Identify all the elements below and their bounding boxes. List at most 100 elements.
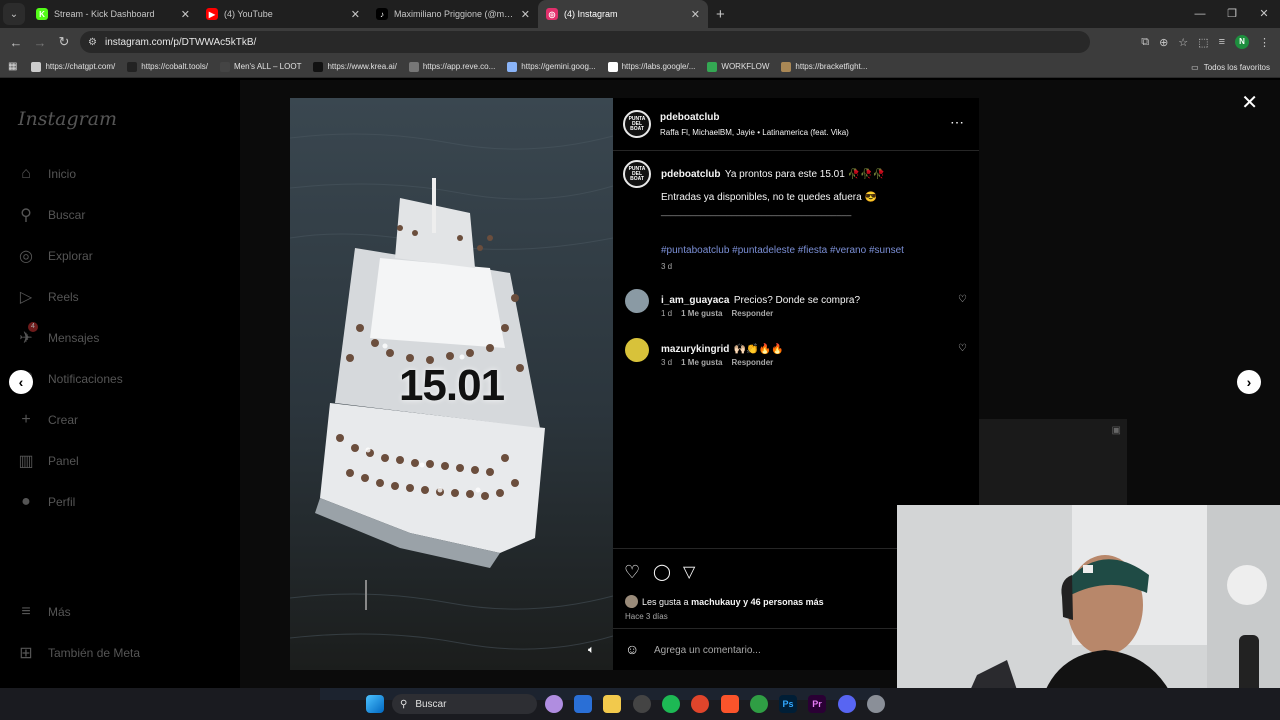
widgets-icon[interactable] (574, 695, 592, 713)
browser-menu-icon[interactable]: ⋮ (1259, 36, 1270, 49)
bookmark-item[interactable]: https://gemini.goog... (507, 61, 596, 72)
sidebar-item-panel[interactable]: ▥ Panel (16, 451, 78, 471)
tab-search-chevron-icon[interactable]: ⌄ (3, 3, 25, 25)
bookmark-item[interactable]: https://labs.google/... (607, 61, 695, 72)
browser-tab[interactable]: K Stream - Kick Dashboard ✕ (28, 0, 198, 28)
bookmark-item[interactable]: https://chatgpt.com/ (31, 61, 115, 72)
install-app-icon[interactable]: ⧉ (1141, 36, 1149, 49)
sidebar-item-buscar[interactable]: ⚲ Buscar (16, 205, 85, 225)
browser-tab[interactable]: ▶ (4) YouTube ✕ (198, 0, 368, 28)
browser-tab[interactable]: ♪ Maximiliano Priggione (@maxi ✕ (368, 0, 538, 28)
discord-icon[interactable] (838, 695, 856, 713)
commenter-avatar[interactable] (625, 338, 649, 362)
apps-grid-icon[interactable]: ▦ (8, 61, 17, 72)
all-bookmarks-label: Todos los favoritos (1203, 62, 1270, 72)
restore-icon[interactable]: ❐ (1216, 0, 1248, 28)
bookmark-item[interactable]: Men's ALL – LOOT (219, 61, 301, 72)
photoshop-icon[interactable]: Ps (779, 695, 797, 713)
chrome-icon[interactable] (750, 695, 768, 713)
post-audio-label[interactable]: Raffa Fl, MichaelBM, Jayie • Latinameric… (660, 128, 849, 137)
likes-summary[interactable]: Les gusta a machukauy y 46 personas más (625, 595, 824, 608)
back-arrow-icon[interactable]: ← (4, 35, 28, 50)
obs-icon[interactable] (633, 695, 651, 713)
browser-tab[interactable]: ◎ (4) Instagram ✕ (538, 0, 708, 28)
new-tab-plus-icon[interactable]: + (716, 6, 725, 23)
copilot-icon[interactable] (545, 695, 563, 713)
meta-grid-icon: ⊞ (19, 645, 33, 662)
post-author-username[interactable]: pdeboatclub (660, 112, 719, 123)
share-send-icon[interactable]: ▽ (683, 562, 695, 582)
sidebar-item-reels[interactable]: ▷ Reels (16, 287, 79, 307)
sidebar-item-mensajes[interactable]: ✈ 4 Mensajes (16, 322, 99, 348)
nav-icon: + (16, 410, 36, 430)
post-author-avatar[interactable]: PUNTA DEL BOAT (623, 110, 651, 138)
bookmark-item[interactable]: https://bracketfight... (781, 61, 867, 72)
premiere-icon[interactable]: Pr (808, 695, 826, 713)
comment-username[interactable]: i_am_guayaca (661, 295, 729, 306)
bookmark-favicon-icon (607, 61, 618, 72)
zoom-icon[interactable]: ⊕ (1159, 36, 1168, 49)
windows-start-icon[interactable] (366, 695, 384, 713)
like-heart-icon[interactable]: ♡ (624, 562, 640, 583)
profile-avatar[interactable]: N (1235, 35, 1249, 49)
hashtags[interactable]: #puntaboatclub #puntadeleste #fiesta #ve… (661, 245, 904, 256)
close-window-icon[interactable]: ✕ (1248, 0, 1280, 28)
sidebar-item-meta[interactable]: ⊞ También de Meta (16, 643, 140, 663)
caption-username[interactable]: pdeboatclub (661, 169, 720, 180)
sidebar-item-explorar[interactable]: ◎ Explorar (16, 246, 93, 266)
likes-rest[interactable]: y 46 personas más (743, 597, 824, 607)
forward-arrow-icon[interactable]: → (28, 35, 52, 50)
app-red-icon[interactable] (691, 695, 709, 713)
reload-icon[interactable]: ↻ (52, 34, 76, 50)
comment-bubble-icon[interactable]: ◯ (653, 562, 671, 582)
caption-author-avatar[interactable]: PUNTA DEL BOAT (623, 160, 651, 188)
post-video[interactable]: 15.01 🔈︎ (290, 98, 613, 670)
close-tab-icon[interactable]: ✕ (181, 8, 190, 21)
all-bookmarks-folder[interactable]: ▭ Todos los favoritos (1191, 56, 1270, 78)
emoji-picker-icon[interactable]: ☺ (625, 641, 639, 657)
sidebar-item-perfil[interactable]: ● Perfil (16, 492, 75, 512)
media-controls-icon[interactable]: ≡ (1219, 36, 1225, 48)
tab-title: (4) Instagram (564, 9, 618, 19)
brave-icon[interactable] (721, 695, 739, 713)
bookmark-item[interactable]: https://app.reve.co... (408, 61, 495, 72)
close-tab-icon[interactable]: ✕ (691, 8, 700, 21)
comment-likes[interactable]: 1 Me gusta (681, 309, 722, 318)
comment-input[interactable]: Agrega un comentario... (654, 645, 761, 656)
close-tab-icon[interactable]: ✕ (351, 8, 360, 21)
close-tab-icon[interactable]: ✕ (521, 8, 530, 21)
comment-reply-button[interactable]: Responder (731, 309, 773, 318)
comment-likes[interactable]: 1 Me gusta (681, 358, 722, 367)
spotify-icon[interactable] (662, 695, 680, 713)
taskbar-search[interactable]: ⚲ Buscar (392, 694, 537, 714)
bookmarks-bar: ▦ https://chatgpt.com/https://cobalt.too… (0, 56, 1280, 78)
close-modal-icon[interactable]: ✕ (1241, 90, 1258, 115)
sidebar-item-inicio[interactable]: ⌂ Inicio (16, 164, 76, 184)
more-options-icon[interactable]: ⋯ (950, 114, 965, 131)
search-icon: ⚲ (400, 698, 408, 710)
minimize-icon[interactable]: — (1184, 0, 1216, 28)
next-post-arrow-icon[interactable]: › (1237, 370, 1261, 394)
bookmark-item[interactable]: https://www.krea.ai/ (313, 61, 397, 72)
file-explorer-icon[interactable] (603, 695, 621, 713)
volume-icon[interactable]: 🔈︎ (588, 644, 595, 657)
comment-username[interactable]: mazurykingrid (661, 344, 729, 355)
sidebar-item-more[interactable]: ≡ Más (16, 602, 70, 622)
url-field[interactable]: ⚙ instagram.com/p/DTWWAc5kTkB/ (80, 31, 1090, 53)
settings-gear-icon[interactable] (867, 695, 885, 713)
instagram-logo[interactable]: Instagram (18, 108, 117, 130)
bookmark-item[interactable]: https://cobalt.tools/ (127, 61, 208, 72)
comment-like-heart-icon[interactable]: ♡ (958, 343, 967, 354)
site-info-icon[interactable]: ⚙ (88, 37, 97, 48)
commenter-avatar[interactable] (625, 289, 649, 313)
bookmark-item[interactable]: WORKFLOW (707, 61, 769, 72)
bookmark-star-icon[interactable]: ☆ (1178, 36, 1188, 49)
likes-user[interactable]: machukauy (691, 597, 741, 607)
prev-post-arrow-icon[interactable]: ‹ (9, 370, 33, 394)
tab-title: Maximiliano Priggione (@maxi (394, 9, 515, 19)
comment-reply-button[interactable]: Responder (731, 358, 773, 367)
comment-like-heart-icon[interactable]: ♡ (958, 294, 967, 305)
tab-favicon-icon: ▶ (206, 8, 218, 20)
extensions-icon[interactable]: ⬚ (1198, 36, 1208, 49)
sidebar-item-crear[interactable]: + Crear (16, 410, 78, 430)
